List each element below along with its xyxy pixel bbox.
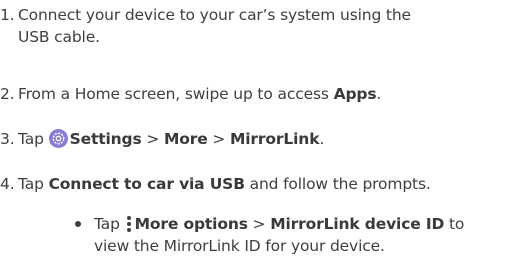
apps-label: Apps [333, 85, 377, 103]
mirrorlink-label: MirrorLink [230, 130, 320, 148]
substep-text-plain: Tap [94, 215, 125, 233]
substep-text: Tap More options > MirrorLink device ID … [94, 213, 464, 257]
substep-text-line2: view the MirrorLink ID for your device. [94, 237, 385, 255]
step-text-line1: Connect your device to your car’s system… [18, 6, 411, 24]
step-text-plain: From a Home screen, swipe up to access [18, 85, 334, 103]
step-text-plain: Tap [18, 130, 49, 148]
separator: > [207, 130, 230, 148]
step-text: From a Home screen, swipe up to access A… [18, 83, 526, 105]
step-text: Tap Connect to car via USB and follow th… [18, 173, 526, 195]
mirrorlink-device-id-label: MirrorLink device ID [270, 215, 445, 233]
settings-icon [48, 129, 68, 148]
step-text-end: and follow the prompts. [244, 175, 431, 193]
bullet-icon [75, 221, 81, 227]
more-options-icon [125, 214, 133, 232]
step-text-plain: Tap [18, 175, 49, 193]
step-text: Connect your device to your car’s system… [18, 4, 526, 48]
settings-label: Settings [69, 130, 142, 148]
more-label: More [163, 130, 208, 148]
step-number: 4. [0, 175, 15, 193]
more-options-label: More options [134, 215, 248, 233]
separator: > [247, 215, 271, 233]
step-text-end: . [376, 85, 382, 103]
step-text-line2: USB cable. [18, 28, 100, 46]
step-number: 1. [0, 6, 15, 24]
separator: > [141, 130, 164, 148]
connect-label: Connect to car via USB [48, 175, 245, 193]
step-number: 3. [0, 130, 15, 148]
step-text-end: . [319, 130, 325, 148]
step-number: 2. [0, 85, 15, 103]
substep-text-end: to [444, 215, 465, 233]
step-text: Tap Settings > More > MirrorLink. [18, 128, 526, 150]
